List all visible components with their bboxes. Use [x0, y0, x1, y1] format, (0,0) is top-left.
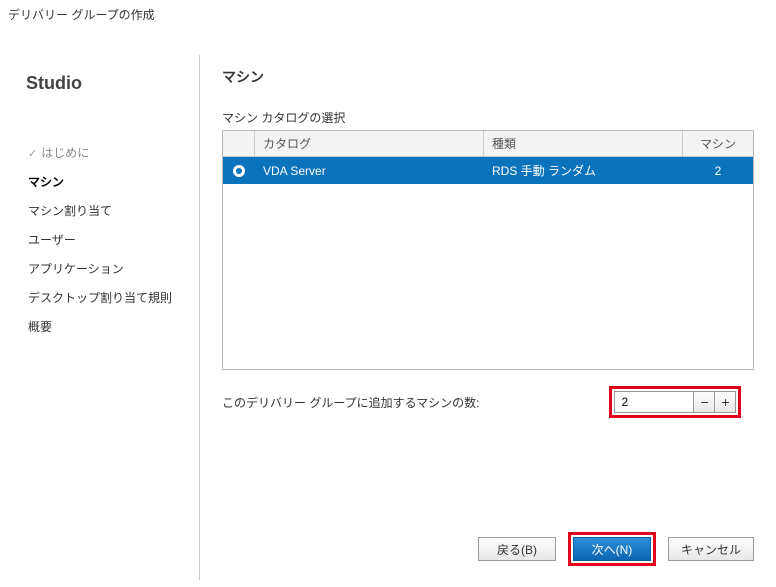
- sidebar: Studio はじめに マシン マシン割り当て ユーザー アプリケーション デス…: [0, 55, 200, 580]
- nav-step-summary: 概要: [26, 312, 179, 341]
- nav-step-assignment: マシン割り当て: [26, 196, 179, 225]
- catalog-row-name: VDA Server: [255, 159, 484, 183]
- quantity-highlight: − +: [609, 386, 741, 418]
- wizard-nav: はじめに マシン マシン割り当て ユーザー アプリケーション デスクトップ割り当…: [26, 138, 179, 341]
- col-header-catalog: カタログ: [255, 131, 484, 156]
- nav-step-desktop-rule: デスクトップ割り当て規則: [26, 283, 179, 312]
- wizard-footer: 戻る(B) 次へ(N) キャンセル: [478, 532, 754, 566]
- page-heading: マシン: [222, 67, 754, 87]
- quantity-input[interactable]: [614, 391, 694, 413]
- brand-title: Studio: [26, 73, 179, 94]
- nav-step-intro[interactable]: はじめに: [26, 138, 179, 167]
- quantity-decrement-button[interactable]: −: [693, 391, 715, 413]
- catalog-grid: カタログ 種類 マシン VDA Server RDS 手動 ランダム 2: [222, 130, 754, 370]
- catalog-grid-header: カタログ 種類 マシン: [223, 131, 753, 157]
- col-header-type: 種類: [484, 131, 683, 156]
- catalog-row-radio-cell[interactable]: [223, 160, 255, 182]
- cancel-button[interactable]: キャンセル: [668, 537, 754, 561]
- col-header-count: マシン: [683, 131, 753, 156]
- catalog-row-count: 2: [683, 159, 753, 183]
- nav-step-apps: アプリケーション: [26, 254, 179, 283]
- next-button[interactable]: 次へ(N): [573, 537, 651, 561]
- main-panel: マシン マシン カタログの選択 カタログ 種類 マシン VDA Server R…: [200, 55, 776, 580]
- catalog-select-label: マシン カタログの選択: [222, 109, 754, 126]
- quantity-label: このデリバリー グループに追加するマシンの数:: [222, 394, 479, 411]
- window-title: デリバリー グループの作成: [0, 0, 776, 25]
- next-highlight: 次へ(N): [568, 532, 656, 566]
- catalog-row-type: RDS 手動 ランダム: [484, 157, 683, 184]
- catalog-row[interactable]: VDA Server RDS 手動 ランダム 2: [223, 157, 753, 184]
- radio-selected-icon[interactable]: [233, 165, 245, 177]
- quantity-row: このデリバリー グループに追加するマシンの数: − +: [222, 386, 754, 418]
- wizard-body: Studio はじめに マシン マシン割り当て ユーザー アプリケーション デス…: [0, 25, 776, 580]
- back-button[interactable]: 戻る(B): [478, 537, 556, 561]
- catalog-grid-body: VDA Server RDS 手動 ランダム 2: [223, 157, 753, 184]
- nav-step-users: ユーザー: [26, 225, 179, 254]
- col-header-select: [223, 131, 255, 156]
- nav-step-machines[interactable]: マシン: [26, 167, 179, 196]
- quantity-increment-button[interactable]: +: [714, 391, 736, 413]
